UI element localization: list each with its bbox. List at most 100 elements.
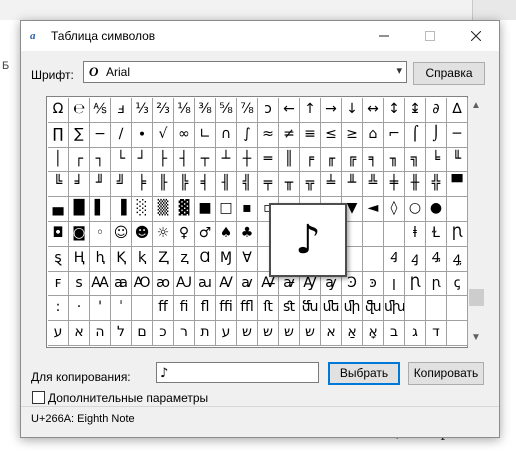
char-cell[interactable]: Ɱ bbox=[216, 246, 237, 272]
char-cell[interactable]: ȿ bbox=[48, 246, 69, 272]
char-cell[interactable]: ┌ bbox=[69, 147, 90, 173]
char-cell[interactable]: Ꜭ bbox=[384, 246, 405, 272]
char-cell[interactable] bbox=[132, 296, 153, 322]
char-cell[interactable]: ▐ bbox=[111, 197, 132, 222]
char-cell[interactable]: ת bbox=[195, 321, 216, 346]
char-cell[interactable]: ▓ bbox=[174, 197, 195, 222]
char-cell[interactable]: ﬔ bbox=[321, 296, 342, 322]
char-cell[interactable]: · bbox=[69, 296, 90, 322]
char-cell[interactable]: ⅞ bbox=[237, 98, 258, 123]
char-cell[interactable]: ◊ bbox=[384, 197, 405, 222]
char-cell[interactable]: ╢ bbox=[216, 172, 237, 198]
char-cell[interactable]: ≤ bbox=[321, 122, 342, 148]
char-cell[interactable]: √ bbox=[153, 122, 174, 148]
char-cell[interactable]: ≥ bbox=[342, 122, 363, 148]
char-cell[interactable]: ╟ bbox=[153, 172, 174, 198]
char-cell[interactable]: ╧ bbox=[321, 172, 342, 198]
char-cell[interactable]: ⅔ bbox=[153, 98, 174, 123]
char-cell[interactable] bbox=[447, 296, 468, 322]
char-cell[interactable] bbox=[447, 197, 468, 222]
char-cell[interactable]: ▒ bbox=[153, 197, 174, 222]
char-cell[interactable]: ⅝ bbox=[216, 98, 237, 123]
char-cell[interactable]: ┼ bbox=[237, 147, 258, 173]
char-cell[interactable]: ╕ bbox=[363, 147, 384, 173]
char-cell[interactable]: ≠ bbox=[279, 122, 300, 148]
char-cell[interactable]: ﬗ bbox=[384, 296, 405, 322]
char-cell[interactable]: ├ bbox=[153, 147, 174, 173]
char-cell[interactable]: ה bbox=[90, 321, 111, 346]
char-cell[interactable]: ╫ bbox=[405, 172, 426, 198]
char-cell[interactable]: ע bbox=[48, 321, 69, 346]
char-cell[interactable]: ║ bbox=[279, 147, 300, 173]
char-cell[interactable]: ﬕ bbox=[342, 296, 363, 322]
char-cell[interactable]: ♀ bbox=[174, 221, 195, 247]
char-cell[interactable]: ░ bbox=[132, 197, 153, 222]
char-cell[interactable]: ∏ bbox=[48, 122, 69, 148]
char-cell[interactable] bbox=[363, 221, 384, 247]
char-cell[interactable]: ⌐ bbox=[384, 122, 405, 148]
char-cell[interactable]: ─ bbox=[447, 122, 468, 148]
advanced-label[interactable]: Дополнительные параметры bbox=[48, 391, 208, 405]
char-cell[interactable]: │ bbox=[48, 147, 69, 173]
char-cell[interactable]: ש bbox=[300, 321, 321, 346]
char-cell[interactable]: ● bbox=[426, 197, 447, 222]
char-cell[interactable]: ◙ bbox=[69, 221, 90, 247]
select-button[interactable]: Выбрать bbox=[328, 362, 400, 385]
char-cell[interactable]: ◦ bbox=[90, 221, 111, 247]
char-cell[interactable]: ⅜ bbox=[195, 98, 216, 123]
char-cell[interactable]: ∩ bbox=[216, 122, 237, 148]
char-cell[interactable] bbox=[405, 296, 426, 322]
char-cell[interactable]: └ bbox=[111, 147, 132, 173]
char-cell[interactable]: Ɑ bbox=[195, 246, 216, 272]
char-cell[interactable]: אָ bbox=[363, 321, 384, 346]
char-cell[interactable]: ꜯ bbox=[447, 246, 468, 272]
char-cell[interactable]: ┬ bbox=[195, 147, 216, 173]
char-cell[interactable]: ∕ bbox=[111, 122, 132, 148]
char-cell[interactable]: ╓ bbox=[321, 147, 342, 173]
char-cell[interactable]: ╠ bbox=[174, 172, 195, 198]
char-cell[interactable]: ꜰ bbox=[48, 271, 69, 297]
char-cell[interactable]: ⱬ bbox=[174, 246, 195, 272]
char-cell[interactable]: ╤ bbox=[258, 172, 279, 198]
char-cell[interactable]: ╬ bbox=[426, 172, 447, 198]
char-cell[interactable]: ▪ bbox=[237, 197, 258, 222]
char-cell[interactable]: ♠ bbox=[216, 221, 237, 247]
char-cell[interactable]: ﬄ bbox=[237, 296, 258, 322]
char-cell[interactable]: ⌠ bbox=[405, 122, 426, 148]
char-cell[interactable]: ┤ bbox=[174, 147, 195, 173]
char-cell[interactable]: ▄ bbox=[48, 197, 69, 222]
char-cell[interactable]: ≈ bbox=[258, 122, 279, 148]
char-cell[interactable]: אַ bbox=[342, 321, 363, 346]
char-cell[interactable]: ╣ bbox=[237, 172, 258, 198]
char-cell[interactable]: ﬓ bbox=[300, 296, 321, 322]
char-cell[interactable]: □ bbox=[216, 197, 237, 222]
char-cell[interactable]: ♣ bbox=[237, 221, 258, 247]
char-cell[interactable]: ↓ bbox=[342, 98, 363, 123]
char-cell[interactable]: ╨ bbox=[342, 172, 363, 198]
char-cell[interactable]: ꜵ bbox=[153, 271, 174, 297]
char-cell[interactable]: ▌ bbox=[90, 197, 111, 222]
char-cell[interactable]: ꜷ bbox=[195, 271, 216, 297]
char-cell[interactable]: ר bbox=[174, 321, 195, 346]
char-cell[interactable]: ☼ bbox=[153, 221, 174, 247]
char-cell[interactable]: ╝ bbox=[111, 172, 132, 198]
char-cell[interactable]: ד bbox=[426, 321, 447, 346]
char-cell[interactable]: ╗ bbox=[405, 147, 426, 173]
char-cell[interactable]: ˈ bbox=[111, 296, 132, 322]
char-cell[interactable]: − bbox=[90, 122, 111, 148]
char-cell[interactable]: ♂ bbox=[195, 221, 216, 247]
char-cell[interactable]: ↔ bbox=[363, 98, 384, 123]
char-cell[interactable]: ╥ bbox=[279, 172, 300, 198]
char-cell[interactable]: ╪ bbox=[384, 172, 405, 198]
char-cell[interactable]: Ω bbox=[48, 98, 69, 123]
char-cell[interactable]: ∟ bbox=[195, 122, 216, 148]
char-cell[interactable]: ╒ bbox=[300, 147, 321, 173]
char-cell[interactable]: ﬂ bbox=[195, 296, 216, 322]
char-cell[interactable]: ' bbox=[90, 296, 111, 322]
char-cell[interactable]: : bbox=[48, 296, 69, 322]
char-cell[interactable]: ╘ bbox=[426, 147, 447, 173]
char-cell[interactable]: ╩ bbox=[363, 172, 384, 198]
char-cell[interactable]: ל bbox=[111, 321, 132, 346]
close-button[interactable] bbox=[453, 21, 499, 51]
char-cell[interactable]: א bbox=[321, 321, 342, 346]
